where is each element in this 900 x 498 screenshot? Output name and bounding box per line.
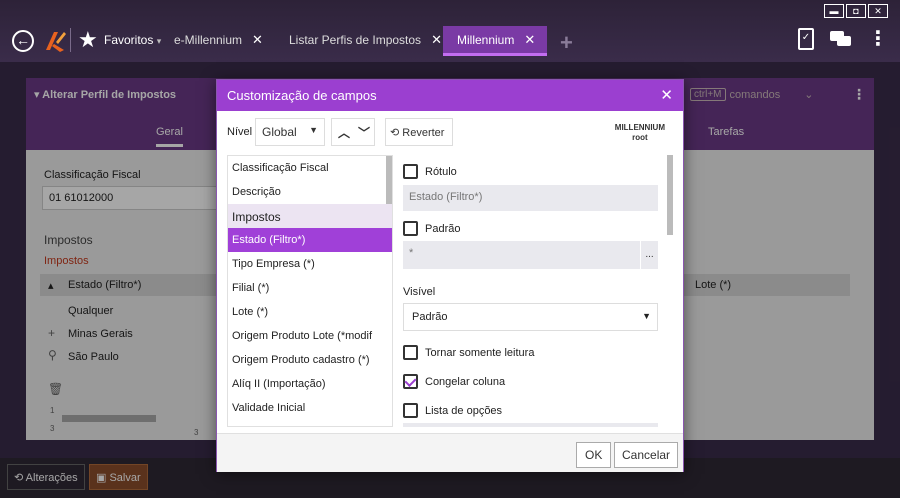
user-info: MILLENNIUM root xyxy=(615,123,665,143)
padrao-label: Padrão xyxy=(425,223,461,235)
cancel-button[interactable]: Cancelar xyxy=(614,442,679,468)
title-bar: ▬ ◘ ✕ ← ★ Favoritos ▾ e-Millennium ✕ List… xyxy=(0,0,900,62)
divider xyxy=(70,28,71,52)
close-icon[interactable]: ✕ xyxy=(431,32,442,47)
revert-button[interactable]: ⟲ Reverter xyxy=(385,118,453,146)
readonly-checkbox[interactable] xyxy=(403,345,418,360)
logo-icon xyxy=(46,32,66,52)
dropdown-arrow-icon: ▼ xyxy=(309,125,318,135)
tab-millennium[interactable]: Millennium ✕ xyxy=(443,26,548,56)
dropdown-arrow-icon: ▼ xyxy=(642,311,651,321)
back-arrow-icon[interactable]: ← xyxy=(12,30,34,52)
move-down-icon[interactable]: ﹀ xyxy=(358,124,370,141)
list-item[interactable]: Classificação Fiscal xyxy=(228,156,392,180)
move-up-icon[interactable]: ︿ xyxy=(338,124,350,141)
padrao-checkbox[interactable] xyxy=(403,221,418,236)
list-item[interactable]: Filial (*) xyxy=(228,276,392,300)
favorites-menu[interactable]: Favoritos ▾ xyxy=(104,33,161,47)
favorites-label: Favoritos xyxy=(104,33,154,47)
dialog-footer: OK Cancelar xyxy=(217,433,683,472)
tab-label: Listar Perfis de Impostos xyxy=(289,33,422,47)
window-controls: ▬ ◘ ✕ xyxy=(824,4,888,18)
nivel-label: Nível xyxy=(227,126,253,138)
tab-label: Millennium xyxy=(457,33,515,47)
chevron-down-icon: ▾ xyxy=(156,36,162,46)
list-item[interactable]: Lote (*) xyxy=(228,300,392,324)
freeze-label: Congelar coluna xyxy=(425,376,506,388)
readonly-label: Tornar somente leitura xyxy=(425,347,535,359)
more-options-icon[interactable]: ⋮ xyxy=(868,29,888,49)
close-icon[interactable]: ✕ xyxy=(660,86,673,104)
add-tab-icon[interactable]: + xyxy=(560,30,573,56)
properties-scrollbar[interactable] xyxy=(667,155,673,235)
options-list-field[interactable] xyxy=(403,423,658,427)
visivel-value: Padrão xyxy=(412,311,448,323)
move-buttons: ︿ ﹀ xyxy=(331,118,375,146)
rotulo-field[interactable]: Estado (Filtro*) xyxy=(403,185,658,211)
revert-label: Reverter xyxy=(402,127,445,139)
dialog-title: Customização de campos xyxy=(227,88,377,103)
clipboard-icon[interactable]: ✓ xyxy=(798,28,814,50)
ok-button[interactable]: OK xyxy=(576,442,612,468)
chat-icon[interactable] xyxy=(830,31,852,47)
customize-fields-dialog: Customização de campos ✕ Nível Global ▼ … xyxy=(216,79,684,472)
tab-label: e-Millennium xyxy=(174,33,243,47)
list-scrollbar[interactable] xyxy=(386,156,392,204)
list-item[interactable]: Origem Produto Lote (*modif xyxy=(228,324,392,348)
visivel-select[interactable]: Padrão ▼ xyxy=(403,303,658,331)
list-item-selected[interactable]: Estado (Filtro*) xyxy=(228,228,392,252)
star-icon[interactable]: ★ xyxy=(78,27,98,53)
close-icon[interactable]: ✕ xyxy=(524,32,535,47)
rotulo-label: Rótulo xyxy=(425,166,457,178)
tab-listar-perfis[interactable]: Listar Perfis de Impostos ✕ xyxy=(289,26,442,56)
user-name: root xyxy=(632,133,648,142)
browse-button[interactable]: ... xyxy=(640,241,658,269)
list-item[interactable]: Validade Inicial xyxy=(228,396,392,420)
options-list-label: Lista de opções xyxy=(425,405,503,417)
options-list-checkbox[interactable] xyxy=(403,403,418,418)
padrao-field[interactable]: * ... xyxy=(403,241,658,269)
dialog-header: Customização de campos ✕ xyxy=(217,80,683,111)
nivel-select[interactable]: Global ▼ xyxy=(255,118,325,146)
padrao-value: * xyxy=(409,247,414,259)
list-item[interactable]: Impostos xyxy=(228,204,392,228)
list-item[interactable]: Tipo Empresa (*) xyxy=(228,252,392,276)
minimize-button[interactable]: ▬ xyxy=(824,4,844,18)
rotulo-checkbox[interactable] xyxy=(403,164,418,179)
revert-icon: ⟲ xyxy=(390,127,400,139)
tab-emillennium[interactable]: e-Millennium ✕ xyxy=(174,26,263,56)
list-item[interactable]: Origem Produto cadastro (*) xyxy=(228,348,392,372)
user-system: MILLENNIUM xyxy=(614,123,665,132)
field-properties: Rótulo Estado (Filtro*) Padrão * ... Vis… xyxy=(403,155,665,427)
list-item[interactable]: Alíq II (Importação) xyxy=(228,372,392,396)
maximize-button[interactable]: ◘ xyxy=(846,4,866,18)
close-icon[interactable]: ✕ xyxy=(252,32,263,47)
close-window-button[interactable]: ✕ xyxy=(868,4,888,18)
field-list: Classificação Fiscal Descrição Impostos … xyxy=(227,155,393,427)
list-item[interactable]: Descrição xyxy=(228,180,392,204)
nivel-value: Global xyxy=(262,125,297,139)
visivel-label: Visível xyxy=(403,286,436,298)
freeze-checkbox[interactable] xyxy=(403,374,418,389)
